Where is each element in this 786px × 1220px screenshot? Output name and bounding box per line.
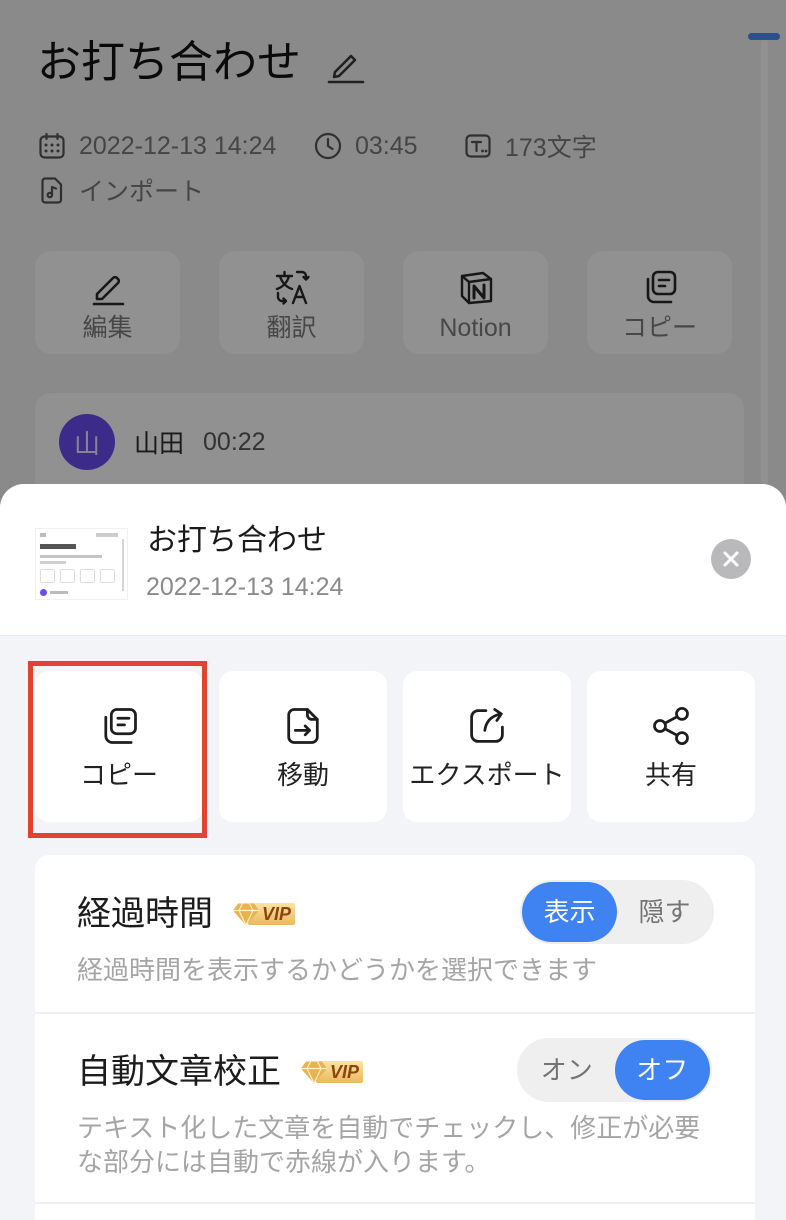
recording-thumbnail bbox=[35, 528, 128, 600]
setting-description: テキスト化した文章を自動でチェックし、修正が必要な部分には自動で赤線が入ります。 bbox=[77, 1113, 701, 1177]
move-label: 移動 bbox=[276, 760, 329, 790]
toggle-option-off[interactable]: オフ bbox=[614, 1040, 710, 1100]
share-label: 共有 bbox=[644, 760, 697, 790]
close-icon bbox=[721, 549, 741, 569]
export-label: エクスポート bbox=[409, 760, 565, 790]
settings-card: 経過時間 VIP 表示 隠す 経過時間を表示するかどうかを選択できます 自動文章… bbox=[35, 855, 755, 1220]
toggle-option-show[interactable]: 表示 bbox=[522, 882, 617, 942]
close-button[interactable] bbox=[711, 539, 751, 579]
auto-proofread-toggle: オン オフ bbox=[517, 1038, 712, 1102]
sheet-title: お打ち合わせ bbox=[147, 524, 327, 557]
gem-icon bbox=[232, 903, 260, 927]
toggle-option-hide[interactable]: 隠す bbox=[617, 882, 712, 942]
export-icon bbox=[465, 704, 509, 748]
move-button[interactable]: 移動 bbox=[219, 671, 387, 822]
screen: お打ち合わせ 2022-12-13 14:24 03:45 173文字 インポー… bbox=[0, 0, 786, 1220]
sheet-date: 2022-12-13 14:24 bbox=[146, 573, 344, 601]
elapsed-time-toggle: 表示 隠す bbox=[520, 880, 714, 944]
share-button[interactable]: 共有 bbox=[587, 671, 755, 822]
gem-icon bbox=[300, 1061, 328, 1085]
setting-elapsed-time: 経過時間 VIP 表示 隠す 経過時間を表示するかどうかを選択できます bbox=[35, 855, 755, 1014]
setting-auto-proofread: 自動文章校正 VIP オン オフ テキスト化した文章を自動でチェックし、修正が必… bbox=[35, 1014, 755, 1204]
setting-title: 経過時間 bbox=[77, 895, 213, 933]
bottom-sheet: お打ち合わせ 2022-12-13 14:24 コピー 移動 エクスポート 共有… bbox=[0, 484, 786, 1220]
setting-title: 自動文章校正 bbox=[77, 1053, 281, 1091]
setting-header: 自動文章校正 VIP bbox=[77, 1051, 364, 1093]
vip-badge: VIP bbox=[300, 1058, 364, 1087]
move-icon bbox=[281, 704, 325, 748]
vip-badge: VIP bbox=[232, 900, 296, 929]
sheet-header: お打ち合わせ 2022-12-13 14:24 bbox=[0, 484, 786, 636]
toggle-option-on[interactable]: オン bbox=[519, 1040, 615, 1100]
export-button[interactable]: エクスポート bbox=[403, 671, 571, 822]
setting-header: 経過時間 VIP bbox=[77, 893, 296, 935]
share-icon bbox=[649, 704, 693, 748]
highlight-box bbox=[28, 661, 207, 838]
setting-description: 経過時間を表示するかどうかを選択できます bbox=[77, 955, 598, 985]
